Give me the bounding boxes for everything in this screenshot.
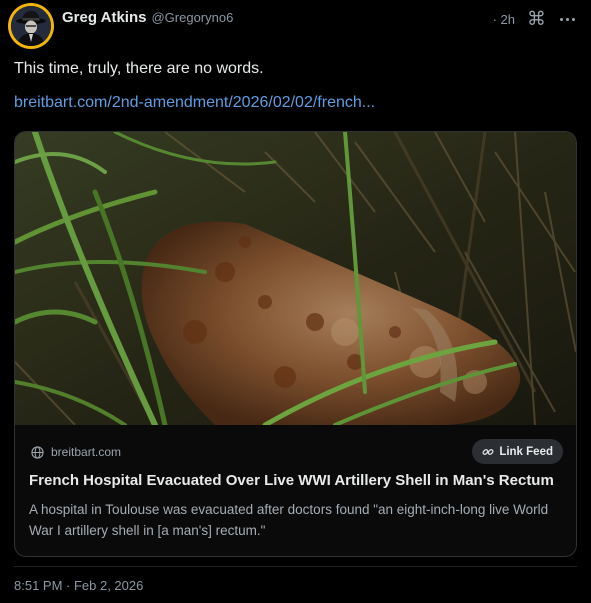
author-handle[interactable]: @Gregoryno6 [151,10,233,25]
post-link[interactable]: breitbart.com/2nd-amendment/2026/02/02/f… [14,94,375,112]
post-text: This time, truly, there are no words. [14,60,264,77]
post-timestamp[interactable]: 8:51 PM · Feb 2, 2026 [14,578,143,593]
more-dots-icon[interactable] [558,14,577,25]
link-preview-card[interactable]: breitbart.com Link Feed French Hospital … [14,131,577,557]
post: Greg Atkins @Gregoryno6 · 2h ⌘ This time… [0,0,591,603]
post-header-actions: · 2h ⌘ [493,10,577,29]
link-icon [482,448,494,455]
avatar[interactable] [8,3,54,49]
command-icon[interactable]: ⌘ [527,10,546,29]
rusty-artillery-shell-photo-icon [15,132,576,425]
link-feed-label: Link Feed [499,445,553,458]
globe-icon [31,445,44,459]
fedora-man-avatar-icon [11,6,51,46]
card-source: breitbart.com [31,445,121,459]
card-description: A hospital in Toulouse was evacuated aft… [29,502,549,538]
card-source-domain: breitbart.com [51,445,122,459]
card-title: French Hospital Evacuated Over Live WWI … [29,472,554,489]
link-feed-button[interactable]: Link Feed [472,439,563,464]
author-display-name[interactable]: Greg Atkins [62,9,146,26]
relative-time[interactable]: · 2h [493,12,515,27]
divider [14,566,577,567]
post-header: Greg Atkins @Gregoryno6 [62,9,233,26]
